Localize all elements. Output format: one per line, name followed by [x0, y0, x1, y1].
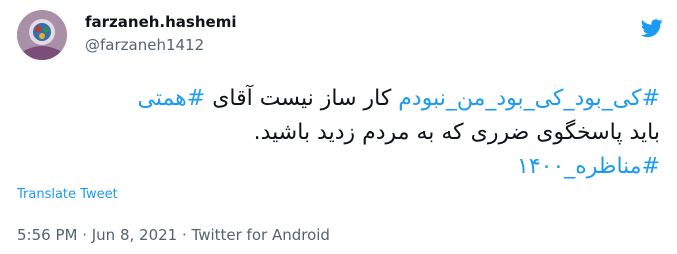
twitter-bird-icon[interactable] [641, 17, 663, 39]
tweet-text-line-1: #کی_بود_کی_بود_من_نبودم کار ساز نیست آقا… [30, 86, 660, 111]
tweet-card: farzaneh.hashemi @farzaneh1412 #کی_بود_ک… [0, 0, 677, 254]
tweet-source[interactable]: Twitter for Android [192, 226, 330, 244]
tweet-metadata: 5:56 PM · Jun 8, 2021 · Twitter for Andr… [17, 226, 330, 244]
avatar[interactable] [17, 10, 67, 60]
hashtag-link[interactable]: #مناظره_۱۴۰۰ [517, 154, 660, 179]
tweet-text-line-2: باید پاسخگوی ضرری که به مردم زدید باشید. [253, 120, 660, 145]
tweet-text-segment: کار ساز نیست آقای [205, 86, 399, 111]
display-name[interactable]: farzaneh.hashemi [85, 13, 236, 31]
translate-tweet-link[interactable]: Translate Tweet [17, 187, 118, 202]
hashtag-link[interactable]: #کی_بود_کی_بود_من_نبودم [398, 86, 660, 111]
tweet-text-line-3: #مناظره_۱۴۰۰ [30, 154, 660, 179]
hashtag-link[interactable]: #همتی [137, 86, 205, 111]
tweet-timestamp[interactable]: 5:56 PM · Jun 8, 2021 · [17, 226, 192, 244]
avatar-image [17, 10, 67, 60]
user-handle[interactable]: @farzaneh1412 [85, 36, 204, 54]
